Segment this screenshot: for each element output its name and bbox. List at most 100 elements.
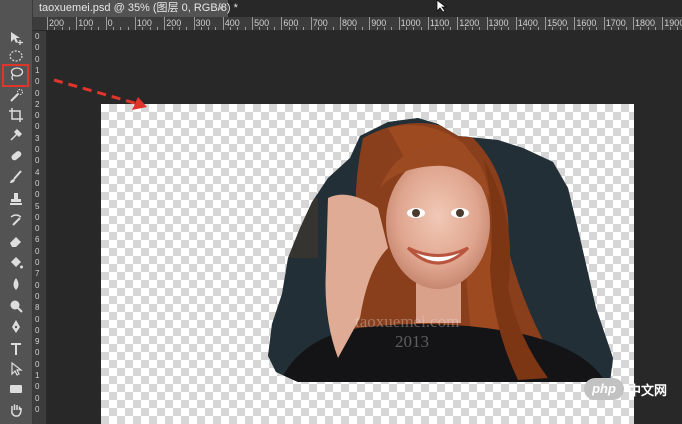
crop-tool-icon[interactable] <box>5 106 27 124</box>
ruler-top-minor-tick <box>537 27 539 30</box>
ruler-top-label: 1300 <box>488 18 509 28</box>
ruler-top-major-tick <box>457 17 459 30</box>
ruler-top-minor-tick <box>83 27 85 30</box>
watermark-line1: taoxuemei.com <box>355 312 460 331</box>
rectangle-tool-icon[interactable] <box>5 380 27 398</box>
ruler-top-major-tick <box>76 17 78 30</box>
eraser-tool-icon[interactable] <box>5 232 27 250</box>
ruler-top-major-tick <box>164 17 166 30</box>
ruler-top-major-tick <box>47 17 48 30</box>
ruler-top-minor-tick <box>413 27 415 30</box>
ruler-top-minor-tick <box>471 27 473 30</box>
ruler-top-minor-tick <box>120 27 122 30</box>
ruler-top-minor-tick <box>354 27 356 30</box>
ruler-left-label: 0 <box>35 122 40 132</box>
ruler-top-minor-tick <box>479 27 481 30</box>
ruler-left-label: 9 <box>35 337 40 347</box>
history-brush-tool-icon[interactable] <box>5 211 27 229</box>
ruler-left-label: 7 <box>35 269 40 279</box>
ruler-top-minor-tick <box>611 27 613 30</box>
move-tool-icon[interactable] <box>5 29 27 47</box>
ruler-left-label: 0 <box>35 224 40 234</box>
ruler-top-major-tick <box>398 17 400 30</box>
type-tool-icon[interactable] <box>5 340 27 358</box>
ruler-left-label: 0 <box>35 145 40 154</box>
ruler-top-major-tick <box>486 17 488 30</box>
elliptical-marquee-tool-icon[interactable] <box>5 47 27 65</box>
eyedropper-tool-icon[interactable] <box>5 126 27 144</box>
ruler-top-minor-tick <box>647 27 649 30</box>
brush-tool-icon[interactable] <box>5 168 27 186</box>
watermark: taoxuemei.com 2013 <box>355 312 459 352</box>
ruler-top-minor-tick <box>325 27 327 30</box>
vertical-ruler[interactable]: 0001002003004005006007008009001000 <box>33 31 47 424</box>
ruler-top-label: 1900 <box>664 18 682 28</box>
hand-tool-icon[interactable] <box>5 401 27 419</box>
pen-tool-icon[interactable] <box>5 318 27 336</box>
spot-healing-brush-tool-icon[interactable] <box>5 147 27 165</box>
clone-stamp-tool-icon[interactable] <box>5 190 27 208</box>
horizontal-ruler[interactable]: 200 100 0 100 200 300 400 500 600 700 800 900 1000 11… <box>33 17 682 31</box>
ruler-top-minor-tick <box>90 27 92 30</box>
ruler-top-major-tick <box>545 17 547 30</box>
ruler-left-label: 0 <box>35 54 40 64</box>
ruler-left-label: 1 <box>35 371 40 380</box>
ruler-left-label: 0 <box>35 178 40 188</box>
ruler-top-minor-tick <box>640 27 642 30</box>
ruler-top-minor-tick <box>200 27 202 30</box>
ruler-top-minor-tick <box>288 27 290 30</box>
ruler-top-label: 1000 <box>400 18 421 28</box>
ruler-left-label: 0 <box>35 291 40 301</box>
ruler-top-major-tick <box>193 17 195 30</box>
ruler-top-minor-tick <box>347 27 349 30</box>
ruler-top-major-tick <box>281 17 283 30</box>
ruler-left-label: 5 <box>35 201 40 211</box>
ruler-top-minor-tick <box>178 27 180 30</box>
ruler-top-minor-tick <box>318 27 320 30</box>
paint-bucket-tool-icon[interactable] <box>5 254 27 272</box>
ruler-top-label: 1400 <box>517 18 538 28</box>
site-logo-text: 中文网 <box>628 383 668 398</box>
close-icon[interactable]: × <box>218 0 224 17</box>
ruler-top-minor-tick <box>230 27 232 30</box>
ruler-top-minor-tick <box>449 27 451 30</box>
ruler-top-major-tick <box>427 17 429 30</box>
ruler-top-label: 1600 <box>576 18 597 28</box>
ruler-top-major-tick <box>310 17 312 30</box>
dodge-tool-icon[interactable] <box>5 297 27 315</box>
path-selection-tool-icon[interactable] <box>5 360 27 378</box>
tool-highlight-box <box>2 64 29 87</box>
ruler-top-minor-tick <box>186 27 188 30</box>
ruler-top-minor-tick <box>442 27 444 30</box>
ruler-left-label: 6 <box>35 235 40 245</box>
ruler-top-minor-tick <box>259 27 261 30</box>
ruler-left-label: 0 <box>35 404 40 414</box>
ruler-left-label: 0 <box>35 111 40 121</box>
ruler-top-minor-tick <box>464 27 466 30</box>
ruler-top-label: 1200 <box>459 18 480 28</box>
ruler-top-minor-tick <box>149 27 151 30</box>
ruler-left-label: 4 <box>35 167 40 177</box>
ruler-top-label: 1500 <box>547 18 568 28</box>
ruler-left-label: 0 <box>35 258 40 267</box>
ruler-top-minor-tick <box>98 27 100 30</box>
ruler-top-minor-tick <box>274 27 276 30</box>
document-tab[interactable]: taoxuemei.psd @ 35% (图层 0, RGB/8) * × <box>33 0 238 17</box>
blur-tool-icon[interactable] <box>5 275 27 293</box>
ruler-top-minor-tick <box>215 27 217 30</box>
ruler-top-major-tick <box>105 17 107 30</box>
quick-selection-tool-icon[interactable] <box>5 87 27 105</box>
ruler-top-major-tick <box>222 17 224 30</box>
ruler-top-minor-tick <box>420 27 422 30</box>
ruler-left-label: 3 <box>35 133 40 143</box>
ruler-top-major-tick <box>134 17 136 30</box>
ruler-left-label: 0 <box>35 32 40 41</box>
ruler-left-label: 0 <box>35 348 40 358</box>
ruler-top-minor-tick <box>237 27 239 30</box>
ruler-top-label: 1700 <box>605 18 626 28</box>
ruler-top-major-tick <box>574 17 576 30</box>
ruler-top-major-tick <box>340 17 341 30</box>
ruler-top-minor-tick <box>567 27 569 30</box>
ruler-top-minor-tick <box>391 27 393 30</box>
ruler-top-minor-tick <box>383 27 385 30</box>
